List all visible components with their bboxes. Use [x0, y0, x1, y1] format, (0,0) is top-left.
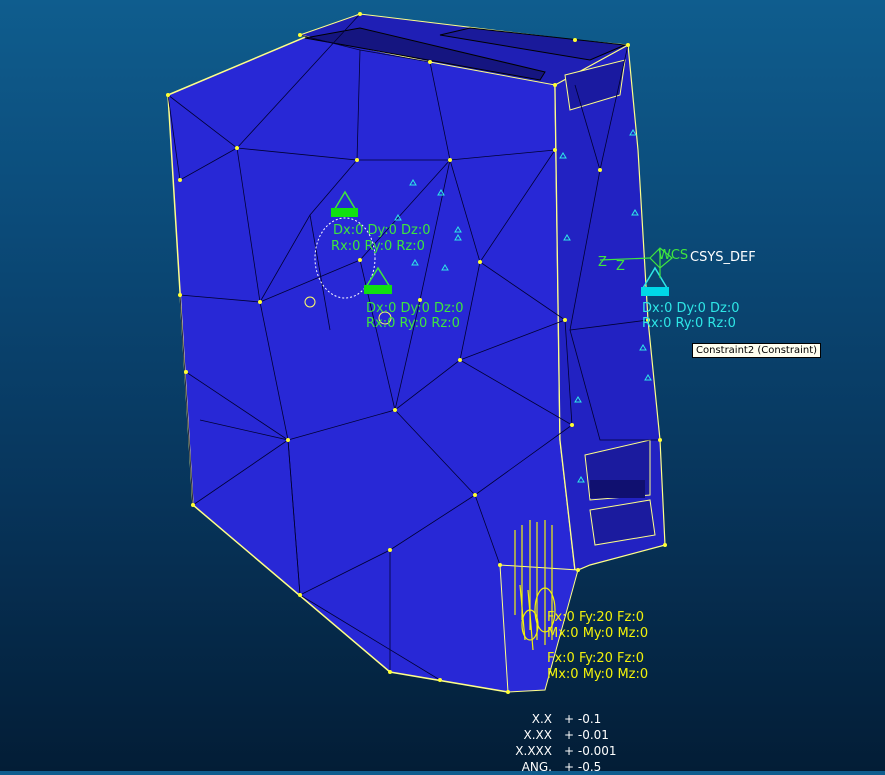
load-2-force: Fx:0 Fy:20 Fz:0: [547, 651, 644, 666]
constraint-tooltip: Constraint2 (Constraint): [692, 343, 822, 358]
constraint-2-rot: Rx:0 Ry:0 Rz:0: [366, 316, 460, 331]
tolerance-value: + -0.001: [564, 744, 617, 758]
tolerance-key: X.X: [531, 712, 552, 726]
tolerance-table: X.X + -0.1 X.XX + -0.01 X.XXX + -0.001 A…: [512, 711, 617, 775]
tolerance-key: X.XXX: [515, 744, 552, 758]
side-opening-shade: [590, 480, 645, 498]
constraint-2-disp: Dx:0 Dy:0 Dz:0: [366, 301, 464, 316]
load-2-moment: Mx:0 My:0 Mz:0: [547, 667, 648, 682]
load-1-moment: Mx:0 My:0 Mz:0: [547, 626, 648, 641]
csys-name-label: CSYS_DEF: [690, 250, 756, 265]
tolerance-key: ANG.: [521, 760, 552, 774]
tolerance-row: ANG. + -0.5: [512, 759, 617, 775]
csys-axis-label: Z: [598, 255, 607, 270]
tolerance-value: + -0.1: [564, 712, 602, 726]
tolerance-row: X.X + -0.1: [512, 711, 617, 727]
csys-axis-label-small: Z: [616, 259, 625, 274]
tolerance-value: + -0.01: [564, 728, 609, 742]
model-viewport[interactable]: Z Z WCS CSYS_DEF Dx:0 Dy:0 Dz:0 Rx:0 Ry:…: [0, 0, 885, 771]
csys-wcs-label: WCS: [658, 248, 688, 263]
tolerance-row: X.XX + -0.01: [512, 727, 617, 743]
constraint-3-rot: Rx:0 Ry:0 Rz:0: [642, 316, 736, 331]
tolerance-value: + -0.5: [564, 760, 602, 774]
tolerance-key: X.XX: [523, 728, 552, 742]
constraint-1-rot: Rx:0 Ry:0 Rz:0: [331, 239, 425, 254]
constraint-1-disp: Dx:0 Dy:0 Dz:0: [333, 223, 431, 238]
constraint-3-disp: Dx:0 Dy:0 Dz:0: [642, 301, 740, 316]
load-1-force: Fx:0 Fy:20 Fz:0: [547, 610, 644, 625]
tolerance-row: X.XXX + -0.001: [512, 743, 617, 759]
mesh-part[interactable]: [167, 13, 666, 693]
